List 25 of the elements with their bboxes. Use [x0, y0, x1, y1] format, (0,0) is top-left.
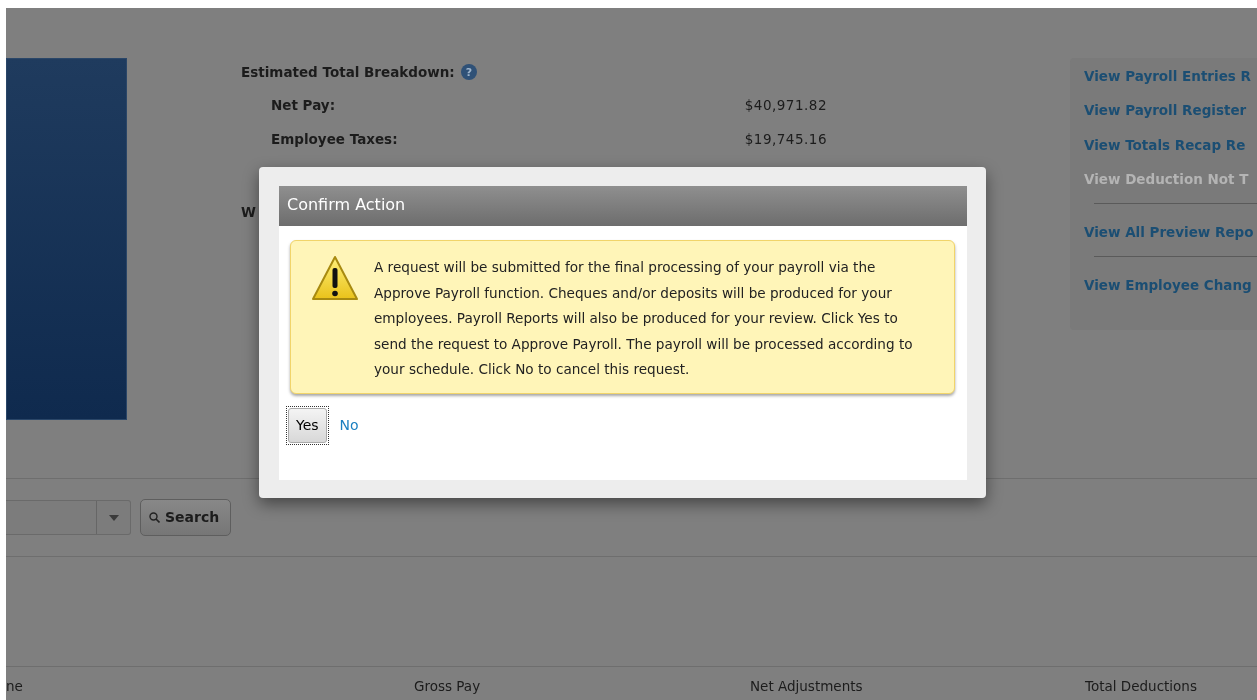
- no-link[interactable]: No: [339, 414, 359, 436]
- dialog-title: Confirm Action: [279, 186, 967, 226]
- report-link[interactable]: View Payroll Entries R: [1084, 66, 1257, 87]
- column-header: Gross Pay: [414, 678, 481, 695]
- column-header: ne: [6, 678, 23, 695]
- summary-value: $19,745.16: [744, 129, 827, 149]
- summary-label: W: [241, 202, 256, 222]
- help-icon[interactable]: ?: [460, 64, 477, 80]
- summary-label: Net Pay:: [271, 96, 337, 116]
- search-icon: [149, 512, 160, 523]
- dropdown-field[interactable]: [6, 500, 131, 535]
- yes-button[interactable]: Yes: [286, 405, 329, 445]
- warning-icon: [311, 255, 359, 303]
- report-link[interactable]: View Totals Recap Re: [1084, 134, 1257, 155]
- confirmation-message: A request will be submitted for the final processing of your payroll via the Approve Payroll function. Cheques and/or deposits will be produced for your employees. Payroll Reports will also be produced for your review. Click Yes to send the request to Approve Payroll. The payroll will be processed according to your schedule. Click No to cancel this request.: [374, 258, 914, 380]
- caret-icon: [108, 514, 119, 521]
- column-header: Total Deductions: [1085, 678, 1197, 695]
- column-header: Net Adjustments: [750, 678, 863, 695]
- report-link[interactable]: View Employee Chang: [1084, 275, 1257, 296]
- summary-value: $40,971.82: [744, 96, 827, 116]
- summary-label: Employee Taxes:: [271, 129, 399, 149]
- search-button[interactable]: Search: [140, 499, 231, 536]
- report-link[interactable]: View Payroll Register: [1084, 100, 1257, 121]
- report-link[interactable]: View All Preview Repo: [1084, 222, 1257, 243]
- summary-title: Estimated Total Breakdown:: [241, 64, 455, 80]
